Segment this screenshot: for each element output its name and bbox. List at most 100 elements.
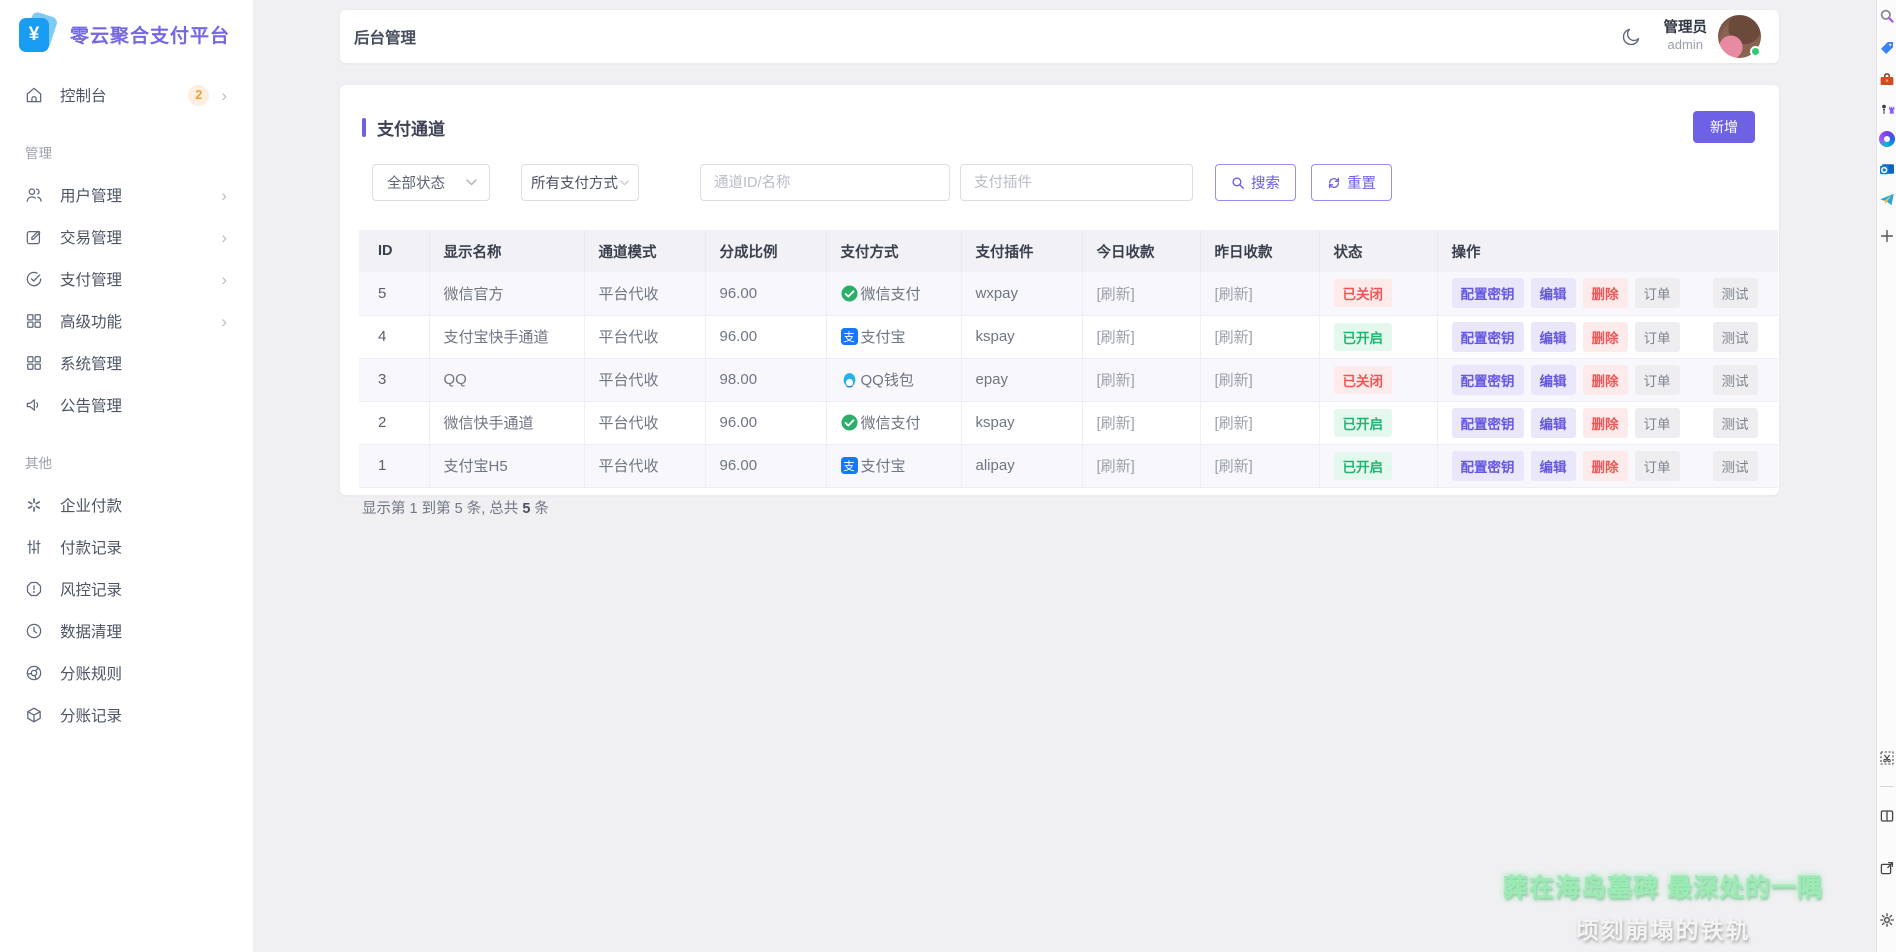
configure-key-button[interactable]: 配置密钥 [1452,322,1524,352]
toolbar-divider [1880,786,1894,787]
sidebar-item-split-rules[interactable]: 分账规则 [0,652,253,694]
orders-button[interactable]: 订单 [1635,278,1680,308]
sidebar-item-advanced[interactable]: 高级功能 › [0,300,253,342]
sidebar-nav: 控制台 2 › 管理 用户管理 › 交易管理 › 支付管理 [0,58,253,736]
configure-key-button[interactable]: 配置密钥 [1452,451,1524,481]
edit-button[interactable]: 编辑 [1531,451,1576,481]
settings-icon[interactable] [1879,912,1895,928]
box-icon [24,705,44,725]
sidebar-item-system[interactable]: 系统管理 [0,342,253,384]
test-button[interactable]: 测试 [1713,451,1758,481]
delete-button[interactable]: 删除 [1583,408,1628,438]
test-button[interactable]: 测试 [1713,278,1758,308]
user-name: 管理员 [1664,19,1708,37]
pagination-summary: 显示第 1 到第 5 条, 总共 5 条 [362,497,1779,518]
sidebar-item-transactions[interactable]: 交易管理 › [0,216,253,258]
topbar: 后台管理 管理员 admin [340,10,1779,63]
sidebar-item-users[interactable]: 用户管理 › [0,174,253,216]
chevron-down-icon [620,180,629,186]
edit-button[interactable]: 编辑 [1531,365,1576,395]
open-external-icon[interactable] [1879,860,1895,876]
method-filter-select[interactable]: 所有支付方式 [521,164,639,201]
subtitle-line-1: 葬在海岛墓碑 最深处的一隅 [1463,868,1863,904]
edit-button[interactable]: 编辑 [1531,322,1576,352]
split-view-icon[interactable] [1879,808,1895,824]
refresh-today-link[interactable]: [刷新] [1097,415,1135,432]
avatar[interactable] [1718,15,1761,58]
sidebar-item-risk-records[interactable]: 风控记录 [0,568,253,610]
loop-icon[interactable] [1879,131,1895,147]
test-button[interactable]: 测试 [1713,365,1758,395]
add-button[interactable]: 新增 [1693,111,1755,143]
orders-button[interactable]: 订单 [1635,322,1680,352]
tag-icon[interactable] [1879,40,1895,56]
refresh-today-link[interactable]: [刷新] [1097,329,1135,346]
sidebar-item-enterprise-payment[interactable]: 企业付款 [0,484,253,526]
plugin-input[interactable] [960,164,1193,201]
toolbox-icon[interactable] [1879,71,1895,87]
sidebar-item-data-cleanup[interactable]: 数据清理 [0,610,253,652]
orders-button[interactable]: 订单 [1635,365,1680,395]
app-logo[interactable]: ¥ 零云聚合支付平台 [0,0,253,58]
sidebar-item-announcements[interactable]: 公告管理 [0,384,253,426]
sidebar-item-console[interactable]: 控制台 2 › [0,74,253,116]
refresh-yesterday-link[interactable]: [刷新] [1215,458,1253,475]
sidebar-item-split-records[interactable]: 分账记录 [0,694,253,736]
refresh-yesterday-link[interactable]: [刷新] [1215,415,1253,432]
dark-mode-toggle[interactable] [1620,26,1642,48]
refresh-today-link[interactable]: [刷新] [1097,458,1135,475]
configure-key-button[interactable]: 配置密钥 [1452,365,1524,395]
delete-button[interactable]: 删除 [1583,451,1628,481]
table-row: 3 QQ 平台代收 98.00 QQ钱包 epay [刷新] [刷新] 已关闭 … [359,358,1778,401]
refresh-yesterday-link[interactable]: [刷新] [1215,286,1253,303]
user-menu[interactable]: 管理员 admin [1664,19,1708,53]
orders-button[interactable]: 订单 [1635,408,1680,438]
col-yesterday: 昨日收款 [1200,230,1319,272]
table-row: 4 支付宝快手通道 平台代收 96.00 支支付宝 kspay [刷新] [刷新… [359,315,1778,358]
configure-key-button[interactable]: 配置密钥 [1452,278,1524,308]
search-button[interactable]: 搜索 [1215,164,1296,201]
chevron-right-icon: › [221,187,227,204]
delete-button[interactable]: 删除 [1583,322,1628,352]
sidebar-item-payments[interactable]: 支付管理 › [0,258,253,300]
col-ratio: 分成比例 [705,230,826,272]
payment-channels-panel: 支付通道 新增 全部状态 所有支付方式 搜索 [340,85,1779,495]
edit-button[interactable]: 编辑 [1531,408,1576,438]
refresh-today-link[interactable]: [刷新] [1097,372,1135,389]
sidebar-item-payment-records[interactable]: 付款记录 [0,526,253,568]
snip-icon[interactable] [1879,750,1895,766]
user-handle: admin [1664,37,1708,53]
status-badge: 已开启 [1334,409,1393,437]
col-status: 状态 [1319,230,1437,272]
yuan-glyph: ¥ [19,18,49,52]
col-today: 今日收款 [1082,230,1200,272]
filter-bar: 全部状态 所有支付方式 搜索 重置 [340,164,1779,201]
col-actions: 操作 [1437,230,1778,272]
channel-id-input[interactable] [700,164,950,201]
add-icon[interactable] [1879,228,1895,244]
outlook-icon[interactable] [1879,161,1895,177]
delete-button[interactable]: 删除 [1583,365,1628,395]
refresh-yesterday-link[interactable]: [刷新] [1215,329,1253,346]
search-icon[interactable] [1879,8,1895,24]
clock-icon [24,621,44,641]
refresh-yesterday-link[interactable]: [刷新] [1215,372,1253,389]
configure-key-button[interactable]: 配置密钥 [1452,408,1524,438]
telegram-icon[interactable] [1879,191,1895,207]
title-accent-bar [362,118,366,137]
reset-button[interactable]: 重置 [1311,164,1392,201]
refresh-today-link[interactable]: [刷新] [1097,286,1135,303]
delete-button[interactable]: 删除 [1583,278,1628,308]
test-button[interactable]: 测试 [1713,408,1758,438]
chevron-right-icon: › [221,87,227,104]
test-button[interactable]: 测试 [1713,322,1758,352]
status-filter-select[interactable]: 全部状态 [372,164,490,201]
col-plugin: 支付插件 [961,230,1082,272]
edit-button[interactable]: 编辑 [1531,278,1576,308]
orders-button[interactable]: 订单 [1635,451,1680,481]
speaker-icon [24,395,44,415]
status-badge: 已开启 [1334,452,1393,480]
chess-icon[interactable] [1879,101,1895,117]
video-subtitle-overlay: 葬在海岛墓碑 最深处的一隅 顷刻崩塌的铁轨 [1463,868,1863,945]
home-icon [24,85,44,105]
